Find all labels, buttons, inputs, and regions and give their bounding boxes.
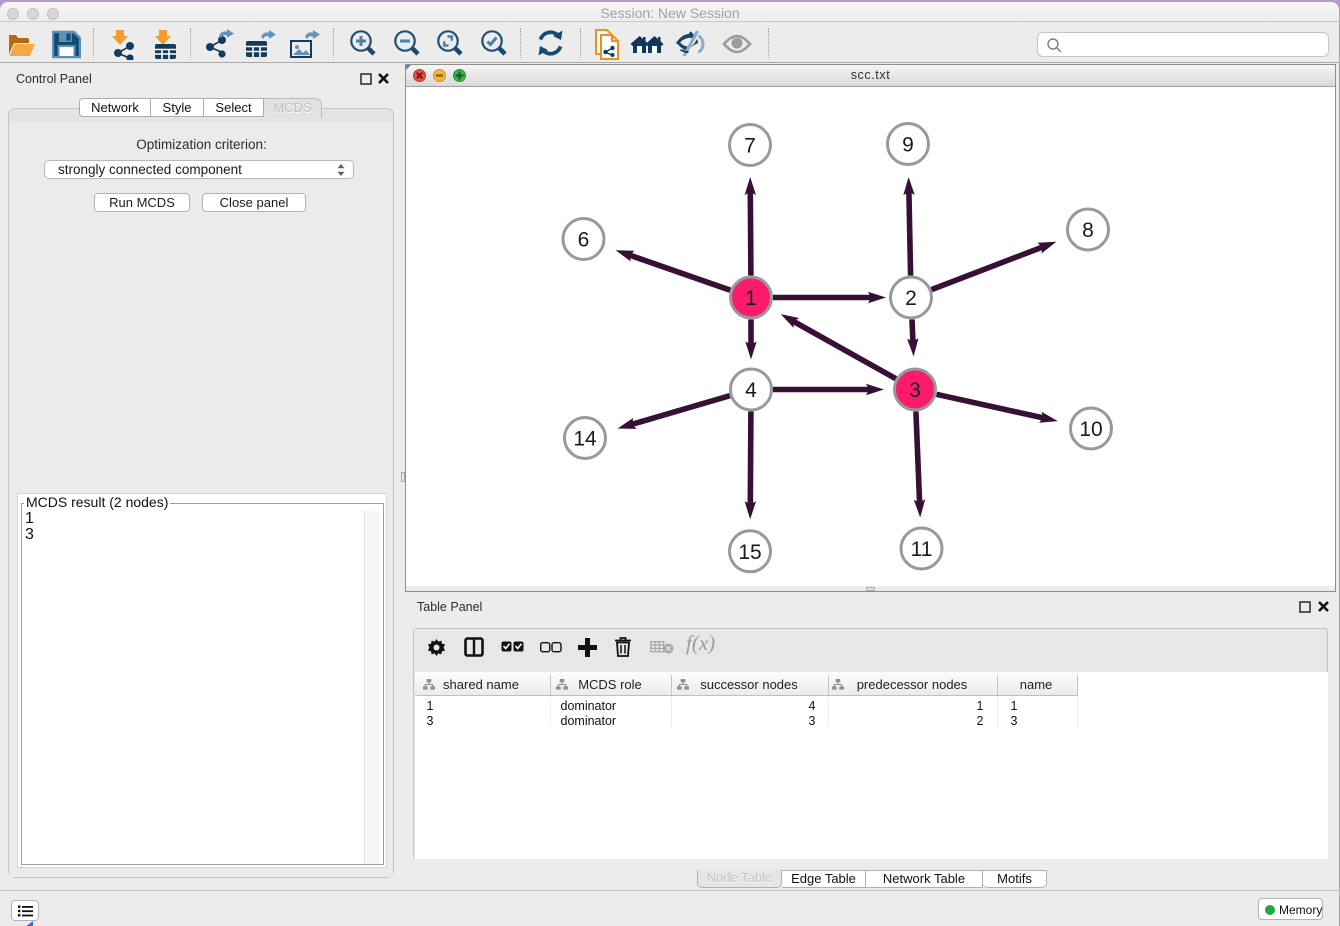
svg-text:6: 6 [578, 229, 590, 252]
svg-text:9: 9 [902, 134, 914, 157]
svg-text:2: 2 [905, 287, 917, 310]
svg-text:10: 10 [1079, 418, 1102, 441]
svg-text:15: 15 [738, 541, 761, 564]
svg-text:11: 11 [911, 538, 933, 561]
svg-text:8: 8 [1082, 219, 1094, 242]
svg-text:4: 4 [745, 379, 757, 402]
svg-text:3: 3 [909, 379, 921, 402]
svg-text:1: 1 [745, 287, 757, 310]
svg-text:7: 7 [744, 135, 756, 158]
svg-text:14: 14 [573, 428, 597, 451]
